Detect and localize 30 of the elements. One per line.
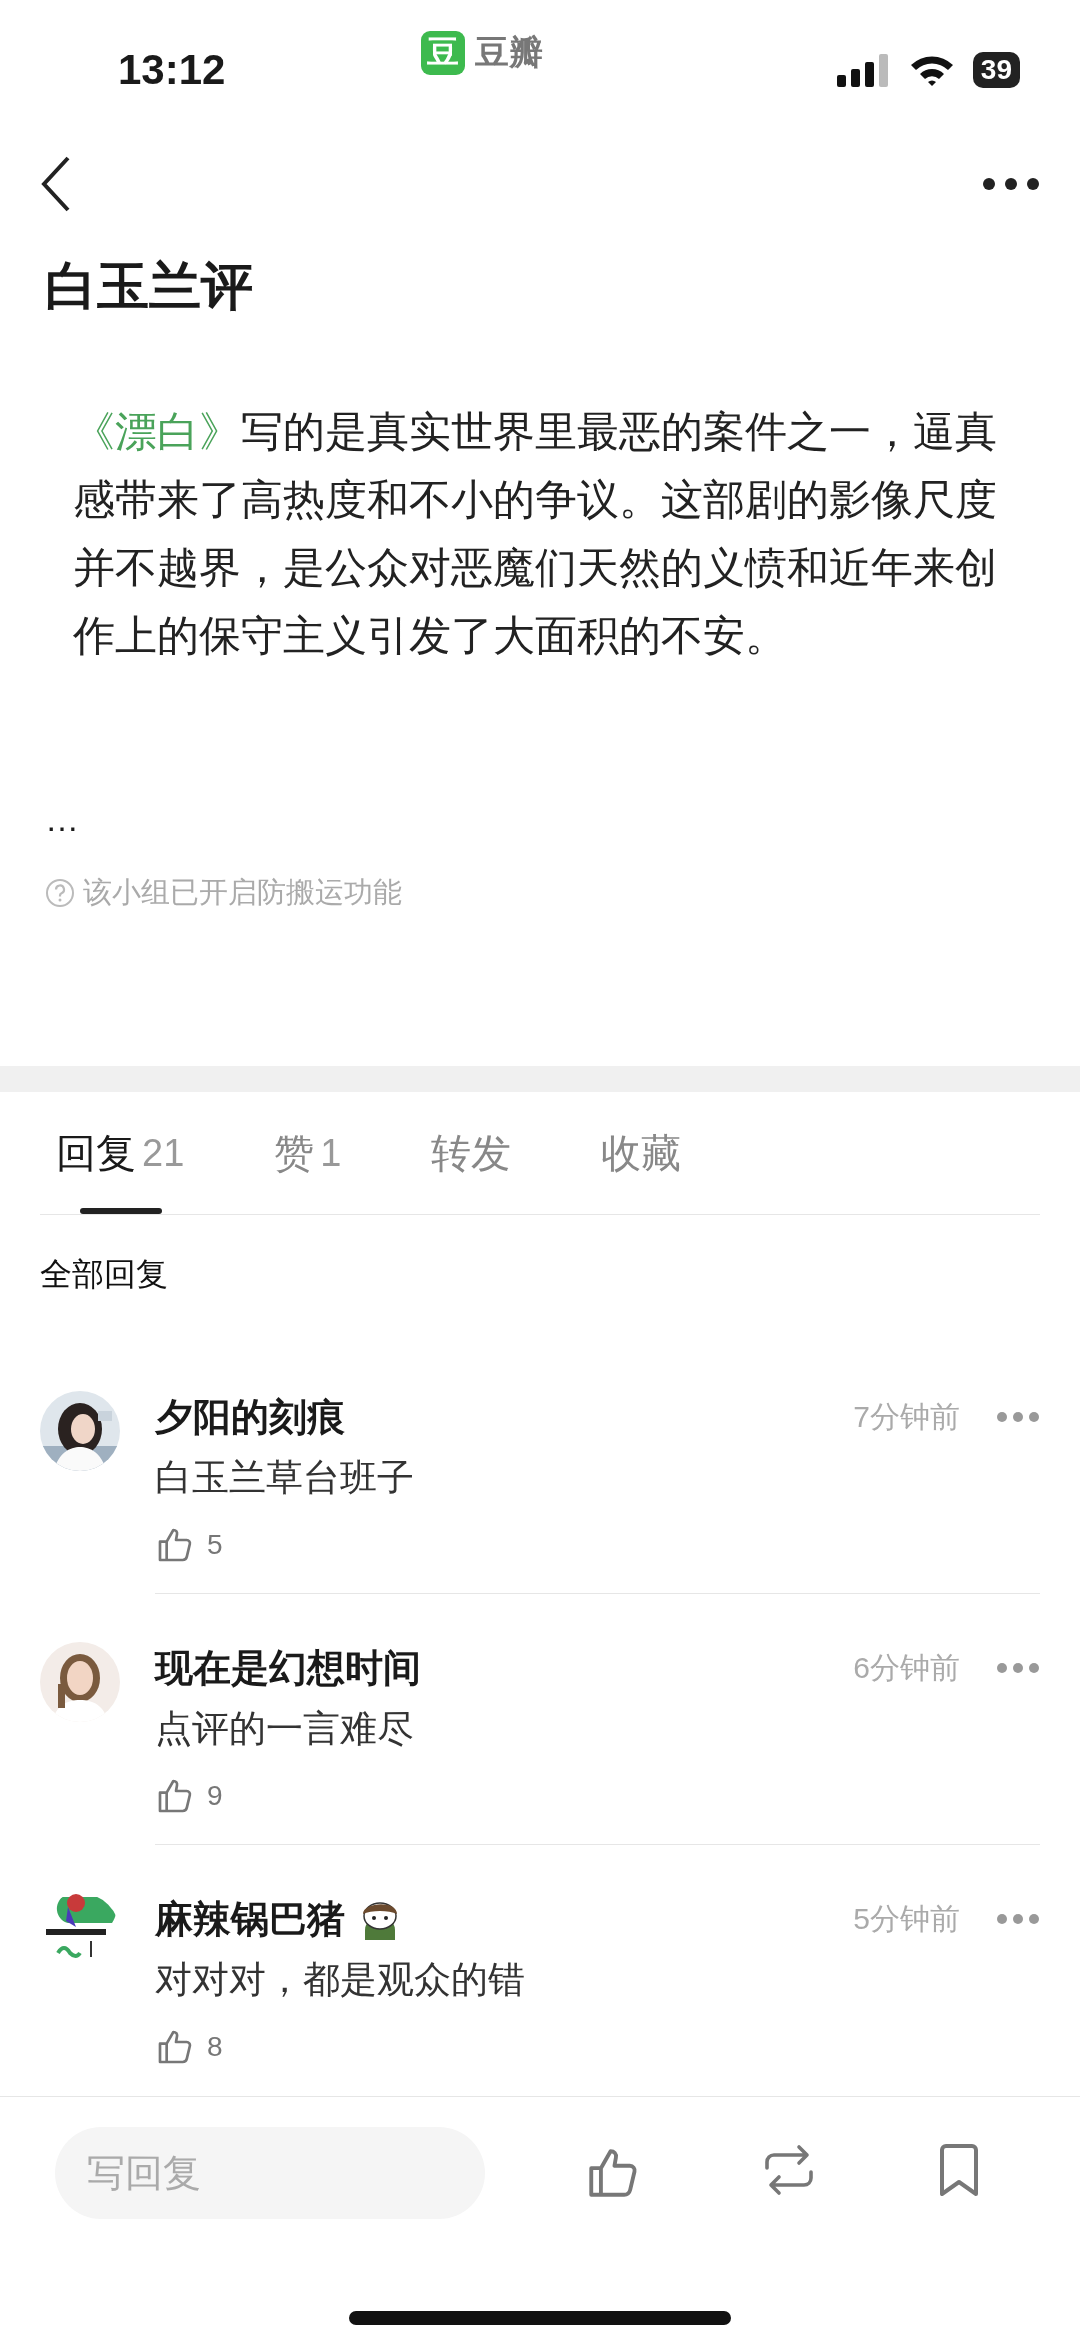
post-text: 《漂白》写的是真实世界里最恶的案件之一，逼真感带来了高热度和不小的争议。这部剧的影像尺度并不越界，是公众对恶魔们天然的义愤和近年来创作上的保守主义引发了大面积的不安。 (73, 407, 998, 661)
notice-text: 该小组已开启防搬运功能 (83, 875, 402, 910)
reply-field[interactable]: 写回复 (55, 2127, 485, 2219)
section-title: 全部回复 (40, 1255, 169, 1294)
more-icon[interactable] (982, 177, 1040, 191)
like-count: 9 (207, 1780, 223, 1812)
user-name[interactable]: 现在是幻想时间 (155, 1642, 421, 1694)
back-icon[interactable] (40, 156, 72, 212)
tab[interactable]: 回复 21 (40, 1092, 201, 1214)
status-time: 13:12 (118, 46, 227, 94)
tab[interactable]: 收藏 (585, 1092, 698, 1214)
tab[interactable]: 赞 1 (258, 1092, 358, 1214)
comment-text: 点评的一言难尽 (155, 1707, 415, 1751)
comment-text: 对对对，都是观众的错 (155, 1958, 526, 2002)
user-name[interactable]: 麻辣锅巴猪 (155, 1893, 345, 1945)
tab[interactable]: 转发 (415, 1092, 528, 1214)
ellipsis-text: … (45, 800, 80, 839)
user-name[interactable]: 夕阳的刻痕 (155, 1391, 345, 1443)
timestamp: 6分钟前 (853, 1649, 960, 1686)
help-icon (45, 878, 75, 908)
app-name: 豆瓣 (475, 32, 544, 73)
like-count: 8 (207, 2031, 223, 2063)
timestamp: 5分钟前 (853, 1900, 960, 1937)
like-count: 5 (207, 1529, 223, 1561)
signal-icon (836, 53, 891, 87)
post-title: 白玉兰评 (45, 256, 254, 317)
timestamp: 7分钟前 (853, 1398, 960, 1435)
app-logo: 豆 (421, 31, 466, 75)
comment-text: 白玉兰草台班子 (155, 1456, 415, 1500)
battery-level: 39 (972, 52, 1020, 88)
